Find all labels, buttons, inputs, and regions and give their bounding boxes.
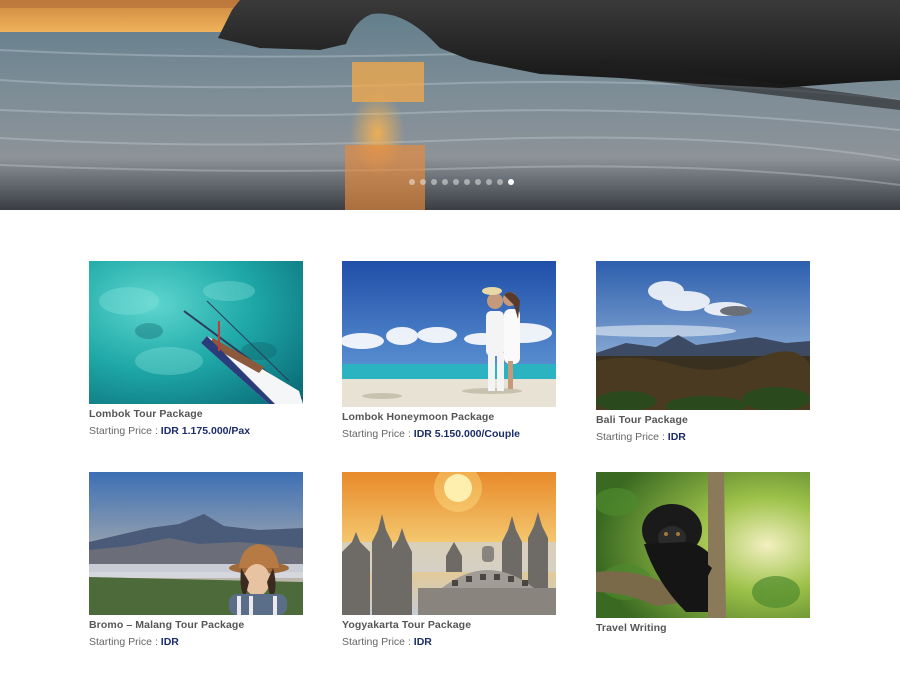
package-price: Starting Price : IDR [342,636,556,649]
package-card-lombok-honeymoon[interactable]: Lombok Honeymoon Package Starting Price … [342,261,556,441]
price-value: IDR [160,636,179,648]
package-price: Starting Price : IDR 5.150.000/Couple [342,428,556,441]
slider-dot[interactable] [453,179,459,185]
package-title[interactable]: Bromo – Malang Tour Package [89,619,303,632]
slider-dot[interactable] [486,179,492,185]
package-price: Starting Price : IDR [89,636,303,649]
price-label: Starting Price : [342,636,414,648]
slider-dot[interactable] [409,179,415,185]
package-title[interactable]: Bali Tour Package [596,414,810,427]
hero-slider[interactable] [0,0,900,210]
slider-dot-active[interactable] [508,179,514,185]
beach-couple-photo[interactable] [342,261,556,407]
price-label: Starting Price : [89,636,161,648]
package-card-yogyakarta[interactable]: Yogyakarta Tour Package Starting Price :… [342,472,556,649]
package-title[interactable]: Yogyakarta Tour Package [342,619,556,632]
package-card-lombok-tour[interactable]: Lombok Tour Package Starting Price : IDR… [89,261,303,438]
turquoise-sea-boat-photo[interactable] [89,261,303,404]
slider-dot[interactable] [420,179,426,185]
black-monkey-tree-photo[interactable] [596,472,810,618]
price-value: IDR [413,636,432,648]
price-value: IDR 5.150.000/Couple [413,428,520,440]
package-title[interactable]: Travel Writing [596,622,810,635]
slider-dot[interactable] [475,179,481,185]
price-value: IDR [667,431,686,443]
volcano-landscape-photo[interactable] [596,261,810,410]
package-title[interactable]: Lombok Tour Package [89,408,303,421]
slider-dot[interactable] [497,179,503,185]
package-title[interactable]: Lombok Honeymoon Package [342,411,556,424]
package-card-bali-tour[interactable]: Bali Tour Package Starting Price : IDR [596,261,810,444]
slider-dots [409,179,514,185]
slider-dot[interactable] [442,179,448,185]
price-label: Starting Price : [89,425,161,437]
package-price: Starting Price : IDR 1.175.000/Pax [89,425,303,438]
package-card-bromo-malang[interactable]: Bromo – Malang Tour Package Starting Pri… [89,472,303,649]
price-label: Starting Price : [342,428,414,440]
package-card-travel-writing[interactable]: Travel Writing [596,472,810,635]
bromo-traveler-photo[interactable] [89,472,303,615]
borobudur-temple-photo[interactable] [342,472,556,615]
package-price: Starting Price : IDR [596,431,810,444]
slider-dot[interactable] [464,179,470,185]
slider-dot[interactable] [431,179,437,185]
price-value: IDR 1.175.000/Pax [160,425,251,437]
price-label: Starting Price : [596,431,668,443]
